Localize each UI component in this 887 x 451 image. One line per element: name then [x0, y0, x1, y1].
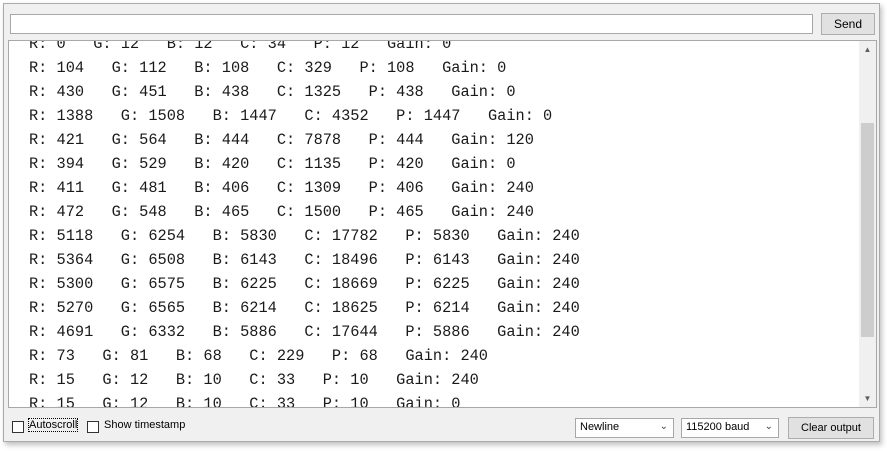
show-timestamp-checkbox[interactable] [87, 421, 99, 433]
line-ending-value: Newline [580, 421, 620, 433]
output-line: R: 5364 G: 6508 B: 6143 C: 18496 P: 6143… [29, 251, 580, 269]
scroll-down-arrow-icon[interactable]: ▼ [859, 390, 876, 407]
output-line: R: 5118 G: 6254 B: 5830 C: 17782 P: 5830… [29, 227, 580, 245]
output-line: R: 421 G: 564 B: 444 C: 7878 P: 444 Gain… [29, 131, 534, 149]
output-line: R: 430 G: 451 B: 438 C: 1325 P: 438 Gain… [29, 83, 516, 101]
output-line: R: 4691 G: 6332 B: 5886 C: 17644 P: 5886… [29, 323, 580, 341]
output-line: R: 411 G: 481 B: 406 C: 1309 P: 406 Gain… [29, 179, 534, 197]
line-ending-select[interactable]: Newline ⌄ [575, 418, 674, 438]
baud-rate-value: 115200 baud [686, 421, 750, 433]
output-line: R: 1388 G: 1508 B: 1447 C: 4352 P: 1447 … [29, 107, 553, 125]
chevron-down-icon: ⌄ [764, 421, 773, 432]
output-line: R: 73 G: 81 B: 68 C: 229 P: 68 Gain: 240 [29, 347, 488, 365]
output-line: R: 15 G: 12 B: 10 C: 33 P: 10 Gain: 0 [29, 395, 461, 408]
bottom-toolbar: Autoscroll Show timestamp Newline ⌄ 1152… [8, 414, 877, 439]
output-line: R: 0 G: 12 B: 12 C: 34 P: 12 Gain: 0 [29, 40, 452, 53]
output-line: R: 5270 G: 6565 B: 6214 C: 18625 P: 6214… [29, 299, 580, 317]
output-line: R: 472 G: 548 B: 465 C: 1500 P: 465 Gain… [29, 203, 534, 221]
output-lines: R: 0 G: 12 B: 12 C: 34 P: 12 Gain: 0 R: 1… [29, 40, 580, 408]
scroll-up-arrow-icon[interactable]: ▲ [859, 41, 876, 58]
autoscroll-checkbox[interactable] [12, 421, 24, 433]
serial-monitor-window: Send R: 0 G: 12 B: 12 C: 34 P: 12 Gain: … [3, 3, 880, 442]
autoscroll-label[interactable]: Autoscroll [27, 418, 79, 432]
send-button[interactable]: Send [821, 13, 875, 35]
chevron-down-icon: ⌄ [659, 421, 668, 432]
serial-input-field[interactable] [10, 14, 813, 34]
output-line: R: 394 G: 529 B: 420 C: 1135 P: 420 Gain… [29, 155, 516, 173]
clear-output-button[interactable]: Clear output [788, 417, 874, 439]
output-line: R: 15 G: 12 B: 10 C: 33 P: 10 Gain: 240 [29, 371, 479, 389]
scrollbar-thumb[interactable] [861, 123, 874, 337]
vertical-scrollbar[interactable]: ▲ ▼ [859, 41, 876, 407]
output-line: R: 104 G: 112 B: 108 C: 329 P: 108 Gain:… [29, 59, 507, 77]
serial-output-area[interactable]: R: 0 G: 12 B: 12 C: 34 P: 12 Gain: 0 R: 1… [8, 40, 877, 408]
output-line: R: 5300 G: 6575 B: 6225 C: 18669 P: 6225… [29, 275, 580, 293]
show-timestamp-label[interactable]: Show timestamp [104, 419, 185, 431]
baud-rate-select[interactable]: 115200 baud ⌄ [681, 418, 779, 438]
